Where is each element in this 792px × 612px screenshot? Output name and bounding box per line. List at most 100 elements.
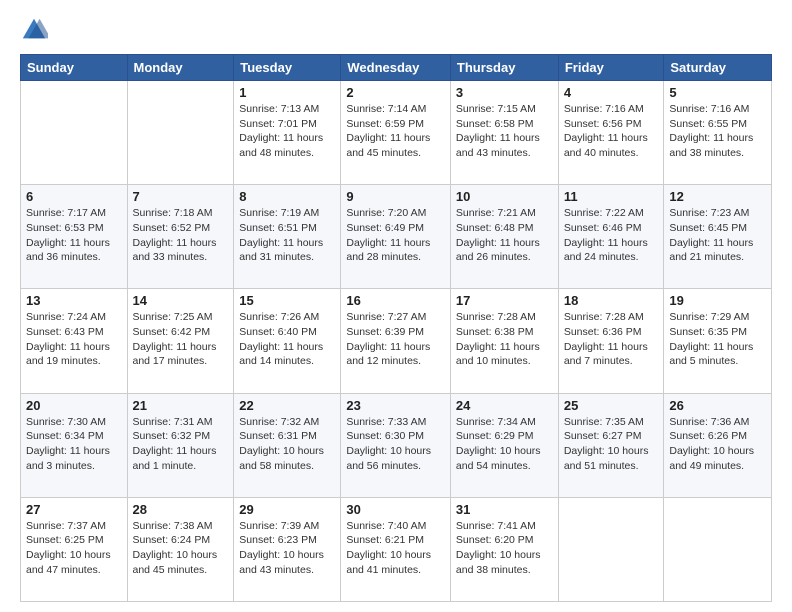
day-number: 8: [239, 189, 335, 204]
calendar-cell: 6Sunrise: 7:17 AM Sunset: 6:53 PM Daylig…: [21, 185, 128, 289]
day-detail: Sunrise: 7:36 AM Sunset: 6:26 PM Dayligh…: [669, 415, 766, 474]
day-number: 16: [346, 293, 445, 308]
day-detail: Sunrise: 7:13 AM Sunset: 7:01 PM Dayligh…: [239, 102, 335, 161]
calendar-cell: 3 Sunrise: 7:15 AM Sunset: 6:58 PM Daylig…: [450, 81, 558, 185]
day-number: 5: [669, 85, 766, 100]
calendar-cell: [664, 497, 772, 601]
calendar-cell: 25 Sunrise: 7:35 AM Sunset: 6:27 PM Dayli…: [558, 393, 664, 497]
calendar-cell: 23 Sunrise: 7:33 AM Sunset: 6:30 PM Dayli…: [341, 393, 451, 497]
day-number: 4: [564, 85, 659, 100]
calendar-cell: 22 Sunrise: 7:32 AM Sunset: 6:31 PM Dayli…: [234, 393, 341, 497]
day-number: 27: [26, 502, 122, 517]
day-detail: Sunrise: 7:38 AM Sunset: 6:24 PM Dayligh…: [133, 519, 229, 578]
day-number: 30: [346, 502, 445, 517]
day-number: 24: [456, 398, 553, 413]
calendar-cell: 1Sunrise: 7:13 AM Sunset: 7:01 PM Daylig…: [234, 81, 341, 185]
logo: [20, 16, 52, 44]
calendar-header-tuesday: Tuesday: [234, 55, 341, 81]
calendar-cell: 16 Sunrise: 7:27 AM Sunset: 6:39 PM Dayli…: [341, 289, 451, 393]
day-detail: Sunrise: 7:28 AM Sunset: 6:36 PM Dayligh…: [564, 310, 659, 369]
day-number: 12: [669, 189, 766, 204]
calendar-cell: 27 Sunrise: 7:37 AM Sunset: 6:25 PM Dayli…: [21, 497, 128, 601]
day-number: 10: [456, 189, 553, 204]
day-detail: Sunrise: 7:19 AM Sunset: 6:51 PM Dayligh…: [239, 206, 335, 265]
calendar-cell: [127, 81, 234, 185]
calendar-header-wednesday: Wednesday: [341, 55, 451, 81]
calendar-cell: 5 Sunrise: 7:16 AM Sunset: 6:55 PM Daylig…: [664, 81, 772, 185]
day-number: 11: [564, 189, 659, 204]
calendar-week-4: 20Sunrise: 7:30 AM Sunset: 6:34 PM Dayli…: [21, 393, 772, 497]
calendar-cell: 2Sunrise: 7:14 AM Sunset: 6:59 PM Daylig…: [341, 81, 451, 185]
calendar-cell: 26 Sunrise: 7:36 AM Sunset: 6:26 PM Dayli…: [664, 393, 772, 497]
calendar-header-sunday: Sunday: [21, 55, 128, 81]
day-detail: Sunrise: 7:37 AM Sunset: 6:25 PM Dayligh…: [26, 519, 122, 578]
day-number: 22: [239, 398, 335, 413]
day-number: 7: [133, 189, 229, 204]
day-number: 19: [669, 293, 766, 308]
logo-icon: [20, 16, 48, 44]
calendar-week-3: 13Sunrise: 7:24 AM Sunset: 6:43 PM Dayli…: [21, 289, 772, 393]
day-number: 3: [456, 85, 553, 100]
day-number: 26: [669, 398, 766, 413]
calendar-header-thursday: Thursday: [450, 55, 558, 81]
calendar-cell: 13Sunrise: 7:24 AM Sunset: 6:43 PM Dayli…: [21, 289, 128, 393]
day-detail: Sunrise: 7:15 AM Sunset: 6:58 PM Dayligh…: [456, 102, 553, 161]
calendar-cell: 11 Sunrise: 7:22 AM Sunset: 6:46 PM Dayli…: [558, 185, 664, 289]
day-detail: Sunrise: 7:29 AM Sunset: 6:35 PM Dayligh…: [669, 310, 766, 369]
day-number: 31: [456, 502, 553, 517]
calendar-cell: 10 Sunrise: 7:21 AM Sunset: 6:48 PM Dayli…: [450, 185, 558, 289]
day-number: 15: [239, 293, 335, 308]
calendar-header-saturday: Saturday: [664, 55, 772, 81]
day-detail: Sunrise: 7:22 AM Sunset: 6:46 PM Dayligh…: [564, 206, 659, 265]
day-detail: Sunrise: 7:26 AM Sunset: 6:40 PM Dayligh…: [239, 310, 335, 369]
day-number: 20: [26, 398, 122, 413]
calendar-header-row: SundayMondayTuesdayWednesdayThursdayFrid…: [21, 55, 772, 81]
calendar-cell: 14 Sunrise: 7:25 AM Sunset: 6:42 PM Dayli…: [127, 289, 234, 393]
day-number: 17: [456, 293, 553, 308]
calendar-cell: 12 Sunrise: 7:23 AM Sunset: 6:45 PM Dayli…: [664, 185, 772, 289]
day-detail: Sunrise: 7:32 AM Sunset: 6:31 PM Dayligh…: [239, 415, 335, 474]
calendar-cell: 24 Sunrise: 7:34 AM Sunset: 6:29 PM Dayli…: [450, 393, 558, 497]
day-detail: Sunrise: 7:16 AM Sunset: 6:56 PM Dayligh…: [564, 102, 659, 161]
calendar-cell: 17 Sunrise: 7:28 AM Sunset: 6:38 PM Dayli…: [450, 289, 558, 393]
page: SundayMondayTuesdayWednesdayThursdayFrid…: [0, 0, 792, 612]
day-number: 23: [346, 398, 445, 413]
day-number: 18: [564, 293, 659, 308]
calendar-cell: 19 Sunrise: 7:29 AM Sunset: 6:35 PM Dayli…: [664, 289, 772, 393]
day-detail: Sunrise: 7:20 AM Sunset: 6:49 PM Dayligh…: [346, 206, 445, 265]
day-detail: Sunrise: 7:33 AM Sunset: 6:30 PM Dayligh…: [346, 415, 445, 474]
day-detail: Sunrise: 7:23 AM Sunset: 6:45 PM Dayligh…: [669, 206, 766, 265]
calendar-header-monday: Monday: [127, 55, 234, 81]
day-detail: Sunrise: 7:28 AM Sunset: 6:38 PM Dayligh…: [456, 310, 553, 369]
day-detail: Sunrise: 7:40 AM Sunset: 6:21 PM Dayligh…: [346, 519, 445, 578]
day-detail: Sunrise: 7:17 AM Sunset: 6:53 PM Dayligh…: [26, 206, 122, 265]
calendar-week-5: 27 Sunrise: 7:37 AM Sunset: 6:25 PM Dayli…: [21, 497, 772, 601]
calendar-cell: 28Sunrise: 7:38 AM Sunset: 6:24 PM Dayli…: [127, 497, 234, 601]
calendar-week-2: 6Sunrise: 7:17 AM Sunset: 6:53 PM Daylig…: [21, 185, 772, 289]
day-number: 14: [133, 293, 229, 308]
day-number: 29: [239, 502, 335, 517]
day-detail: Sunrise: 7:35 AM Sunset: 6:27 PM Dayligh…: [564, 415, 659, 474]
day-detail: Sunrise: 7:24 AM Sunset: 6:43 PM Dayligh…: [26, 310, 122, 369]
calendar-cell: [558, 497, 664, 601]
day-detail: Sunrise: 7:14 AM Sunset: 6:59 PM Dayligh…: [346, 102, 445, 161]
calendar-cell: 7Sunrise: 7:18 AM Sunset: 6:52 PM Daylig…: [127, 185, 234, 289]
day-detail: Sunrise: 7:16 AM Sunset: 6:55 PM Dayligh…: [669, 102, 766, 161]
day-detail: Sunrise: 7:34 AM Sunset: 6:29 PM Dayligh…: [456, 415, 553, 474]
day-detail: Sunrise: 7:27 AM Sunset: 6:39 PM Dayligh…: [346, 310, 445, 369]
day-detail: Sunrise: 7:21 AM Sunset: 6:48 PM Dayligh…: [456, 206, 553, 265]
calendar-cell: 30 Sunrise: 7:40 AM Sunset: 6:21 PM Dayli…: [341, 497, 451, 601]
day-detail: Sunrise: 7:25 AM Sunset: 6:42 PM Dayligh…: [133, 310, 229, 369]
calendar-cell: 8 Sunrise: 7:19 AM Sunset: 6:51 PM Daylig…: [234, 185, 341, 289]
calendar-cell: 20Sunrise: 7:30 AM Sunset: 6:34 PM Dayli…: [21, 393, 128, 497]
calendar-cell: 29 Sunrise: 7:39 AM Sunset: 6:23 PM Dayli…: [234, 497, 341, 601]
day-detail: Sunrise: 7:39 AM Sunset: 6:23 PM Dayligh…: [239, 519, 335, 578]
day-number: 25: [564, 398, 659, 413]
calendar-cell: 4 Sunrise: 7:16 AM Sunset: 6:56 PM Daylig…: [558, 81, 664, 185]
day-number: 9: [346, 189, 445, 204]
day-detail: Sunrise: 7:41 AM Sunset: 6:20 PM Dayligh…: [456, 519, 553, 578]
calendar-week-1: 1Sunrise: 7:13 AM Sunset: 7:01 PM Daylig…: [21, 81, 772, 185]
day-detail: Sunrise: 7:31 AM Sunset: 6:32 PM Dayligh…: [133, 415, 229, 474]
calendar-table: SundayMondayTuesdayWednesdayThursdayFrid…: [20, 54, 772, 602]
calendar-header-friday: Friday: [558, 55, 664, 81]
